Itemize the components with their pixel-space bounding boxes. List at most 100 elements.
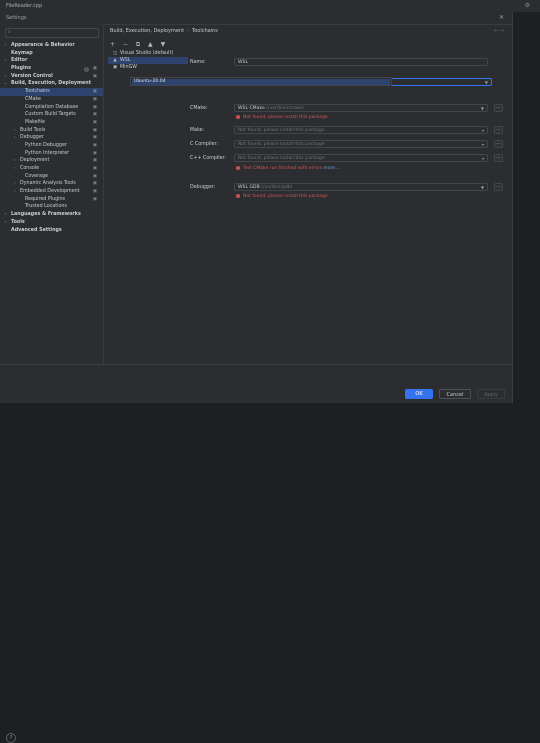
chevron-icon[interactable]: › — [3, 73, 8, 81]
sidebar-item-label: Debugger — [20, 135, 44, 141]
apply-button[interactable]: Apply — [477, 389, 505, 399]
sidebar-item[interactable]: › Console ▣ — [0, 165, 103, 173]
chevron-down-icon: ▾ — [481, 142, 484, 147]
environment-option[interactable]: Ubuntu-20.04 — [132, 79, 390, 85]
sidebar-item-label: Compilation Database — [25, 104, 79, 110]
sidebar-item-label: Console — [20, 166, 40, 171]
cmake-label: CMake: — [190, 106, 208, 111]
chevron-icon[interactable]: › — [12, 157, 17, 165]
chevron-down-icon: ▼ — [480, 106, 484, 111]
sidebar-item-label: Tools — [11, 219, 25, 225]
cmake-browse-button[interactable]: … — [494, 104, 503, 112]
cmake-error: ! Not found, please install this package — [236, 115, 328, 120]
sidebar-item[interactable]: CMake ▣ — [0, 96, 103, 104]
cancel-button[interactable]: Cancel — [439, 389, 471, 399]
toolchain-item[interactable]: ▲ WSL — [108, 57, 188, 64]
sidebar-item-label: Python Interpreter — [25, 150, 70, 156]
more-link[interactable]: more... — [324, 166, 340, 171]
chevron-icon[interactable]: › — [3, 219, 8, 227]
sidebar-item-label: Required Plugins — [25, 196, 66, 202]
ok-button[interactable]: OK — [405, 389, 433, 399]
name-field[interactable]: WSL — [234, 58, 488, 66]
gear-icon[interactable]: ⚙ — [525, 2, 530, 9]
chevron-icon[interactable]: › — [3, 57, 8, 65]
sidebar-item[interactable]: Custom Build Targets ▣ — [0, 111, 103, 119]
debugger-browse-button[interactable]: … — [494, 183, 503, 191]
project-scope-icon: ▣ — [92, 127, 97, 133]
search-input[interactable]: ⌕ — [5, 28, 99, 38]
sidebar-item[interactable]: Python Debugger ▣ — [0, 142, 103, 150]
chevron-icon[interactable]: › — [12, 127, 17, 135]
sidebar-item[interactable]: Python Interpreter ▣ — [0, 150, 103, 158]
toolchain-toolbar[interactable]: + − ⧉ ▲ ▼ — [110, 41, 168, 49]
sidebar-item[interactable]: › Build Tools ▣ — [0, 127, 103, 135]
sidebar-item[interactable]: Toolchains ▣ — [0, 88, 103, 96]
search-icon: ⌕ — [8, 29, 11, 35]
breadcrumb-parent[interactable]: Build, Execution, Deployment — [110, 28, 184, 34]
sidebar-item[interactable]: › Version Control ▣ — [0, 73, 103, 81]
sidebar-item-label: Python Debugger — [25, 142, 67, 148]
make-browse-button[interactable]: … — [494, 126, 503, 134]
sidebar-item[interactable]: Keymap — [0, 50, 103, 58]
settings-tree: › Appearance & Behavior Keymap › Editor Plugi… — [0, 42, 103, 234]
debugger-select[interactable]: WSL GDB (/usr/bin/gdb) ▼ — [234, 183, 488, 191]
sidebar-item[interactable]: Trusted Locations — [0, 203, 103, 211]
chevron-icon[interactable]: › — [12, 180, 17, 188]
sidebar-item[interactable]: Makefile ▣ — [0, 119, 103, 127]
chevron-icon[interactable]: › — [12, 134, 17, 142]
project-scope-icon: ▣ — [92, 150, 97, 156]
breadcrumb-separator: › — [187, 28, 190, 34]
cpp-compiler-label: C++ Compiler: — [190, 156, 227, 161]
error-icon: ! — [236, 194, 240, 198]
sidebar-item[interactable]: › Languages & Frameworks — [0, 211, 103, 219]
cmake-select[interactable]: WSL CMake (/usr/bin/cmake) ▼ — [234, 104, 488, 112]
error-icon: ! — [236, 115, 240, 119]
sidebar-item[interactable]: › Deployment ▣ — [0, 157, 103, 165]
dialog-footer: ? OK Cancel Apply — [0, 364, 512, 743]
project-scope-icon: ▣ — [92, 142, 97, 148]
chevron-icon[interactable]: › — [3, 211, 8, 219]
sidebar-item[interactable]: Advanced Settings — [0, 227, 103, 235]
project-scope-icon: ▣ — [92, 96, 97, 102]
sidebar-item[interactable]: › Tools — [0, 219, 103, 227]
close-icon[interactable]: ✕ — [499, 14, 504, 21]
chevron-icon[interactable]: › — [12, 165, 17, 173]
toolchain-label: WSL — [120, 58, 131, 63]
breadcrumb-current: Toolchains — [192, 28, 218, 34]
sidebar-item[interactable]: › Appearance & Behavior — [0, 42, 103, 50]
chevron-icon[interactable]: ⌄ — [3, 80, 8, 88]
sidebar-item[interactable]: Compilation Database ▣ — [0, 104, 103, 112]
make-field[interactable]: Not found, please install this package ▾ — [234, 126, 488, 134]
sidebar-item[interactable]: Required Plugins ▣ — [0, 196, 103, 204]
project-scope-icon: ▣ — [92, 89, 97, 95]
toolchain-item[interactable]: ◫ Visual Studio (default) — [108, 50, 188, 57]
help-button[interactable]: ? — [6, 733, 16, 743]
project-scope-icon: ▣ — [92, 73, 97, 79]
toolchain-label: Visual Studio (default) — [120, 51, 174, 56]
toolchain-icon: ◫ — [112, 51, 118, 56]
nav-arrows[interactable]: ← → — [494, 28, 504, 34]
debugger-value: WSL GDB — [238, 185, 260, 190]
sidebar-item[interactable]: › Editor — [0, 57, 103, 65]
cpp-compiler-browse-button[interactable]: … — [494, 154, 503, 162]
cpp-compiler-field[interactable]: Not found, please install this package ▾ — [234, 154, 488, 162]
toolchain-item[interactable]: ▣ MinGW — [108, 64, 188, 71]
chevron-icon[interactable]: › — [3, 42, 8, 50]
c-compiler-field[interactable]: Not found, please install this package ▾ — [234, 140, 488, 148]
c-compiler-browse-button[interactable]: … — [494, 140, 503, 148]
sidebar-item[interactable]: Coverage ▣ — [0, 173, 103, 181]
dialog-title: Settings — [6, 15, 27, 21]
sidebar-item-label: Appearance & Behavior — [11, 43, 75, 48]
chevron-down-icon: ▼ — [484, 80, 488, 85]
toolchain-list: ◫ Visual Studio (default) ▲ WSL ▣ MinGW — [108, 50, 188, 71]
sidebar-item[interactable]: › Dynamic Analysis Tools ▣ — [0, 180, 103, 188]
sidebar-item[interactable]: ⌄ Build, Execution, Deployment — [0, 80, 103, 88]
name-value: WSL — [238, 60, 249, 65]
sidebar-item[interactable]: › Debugger ▣ — [0, 134, 103, 142]
debugger-hint: (/usr/bin/gdb) — [261, 185, 293, 190]
breadcrumb: Build, Execution, Deployment › Toolchains — [110, 28, 218, 34]
chevron-icon[interactable]: › — [12, 188, 17, 196]
compiler-error-text: Test CMake run finished with errors — [243, 166, 323, 171]
sidebar-item[interactable]: › Embedded Development ▣ — [0, 188, 103, 196]
sidebar-item[interactable]: Plugins 1 ▣ — [0, 65, 103, 73]
